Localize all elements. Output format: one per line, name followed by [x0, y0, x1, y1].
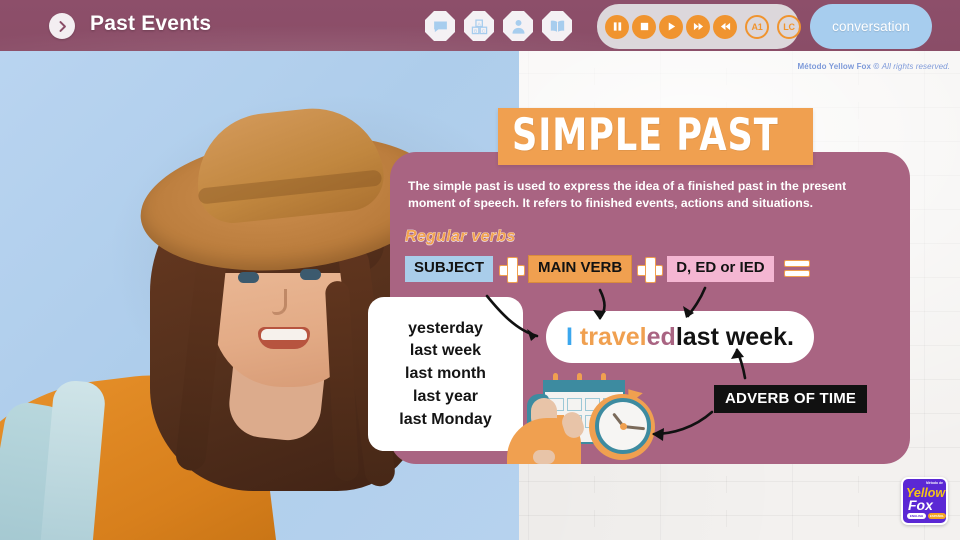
list-item: last week: [409, 342, 482, 360]
equals-icon: [783, 259, 810, 278]
mouth-shape: [258, 327, 310, 349]
slide-stage: SIMPLE PAST The simple past is used to e…: [0, 0, 960, 540]
plus-icon-2: [637, 256, 664, 283]
pause-button[interactable]: [605, 14, 629, 39]
header-title: Past Events: [90, 12, 212, 35]
list-item: last year: [413, 387, 478, 405]
rewind-button[interactable]: [713, 14, 737, 39]
fast-forward-icon: [693, 22, 703, 31]
svg-text:C: C: [481, 28, 485, 34]
media-controls-tray: A1 LC: [597, 4, 801, 49]
example-subject: I: [566, 322, 573, 351]
nose-shape: [272, 289, 287, 315]
lc-label: LC: [783, 21, 795, 32]
slide-title-banner: SIMPLE PAST: [498, 108, 813, 165]
stop-icon: [640, 22, 648, 31]
lc-button[interactable]: LC: [777, 14, 801, 39]
calendar-header: [543, 380, 625, 392]
adverb-of-time-tag: ADVERB OF TIME: [714, 385, 868, 413]
logo-chip-english: ENGLISH: [907, 513, 926, 519]
level-a1-label: A1: [751, 21, 763, 32]
rewind-icon: [720, 22, 730, 31]
eye-right: [300, 269, 321, 280]
lesson-description: The simple past is used to express the i…: [408, 179, 847, 210]
back-button[interactable]: [49, 13, 75, 39]
copyright-brand: Método Yellow Fox: [797, 62, 872, 71]
formula-heading: Regular verbs: [405, 228, 516, 246]
pause-icon: [613, 22, 621, 31]
abc-blocks-icon: A B C: [471, 18, 487, 34]
open-book-button[interactable]: [542, 11, 572, 41]
play-icon: [668, 22, 675, 31]
fast-forward-button[interactable]: [686, 14, 710, 39]
formula-part-subject: SUBJECT: [405, 256, 494, 282]
person-icon: [511, 19, 525, 34]
example-verb-suffix: ed: [646, 322, 676, 351]
mode-pill[interactable]: conversation: [810, 4, 932, 49]
list-item: last month: [405, 365, 486, 383]
adverbs-list-card: yesterday last week last month last year…: [368, 297, 523, 451]
speech-bubble-icon: [433, 21, 447, 32]
open-book-icon: [550, 20, 564, 32]
logo-subtitle: Método de: [926, 481, 943, 485]
chevron-right-circle-icon: [58, 20, 66, 32]
calendar-cell: [567, 398, 582, 411]
copyright-symbol: ©: [873, 62, 880, 71]
example-verb-stem: travel: [579, 322, 647, 351]
stop-button[interactable]: [632, 14, 656, 39]
copyright-rights: All rights reserved.: [881, 62, 950, 71]
formula-part-suffix: D, ED or IED: [667, 256, 774, 282]
app-header: Past Events A B C A1 LC conversation: [0, 0, 960, 51]
formula-part-main-verb: MAIN VERB: [528, 255, 633, 283]
header-icon-group: A B C: [425, 11, 572, 41]
logo-line-2: Fox: [908, 497, 933, 513]
plus-icon-1: [499, 256, 526, 283]
formula-row: SUBJECT MAIN VERB D, ED or IED: [405, 255, 810, 283]
logo-chip-espanol: ESPAÑOL: [928, 513, 946, 519]
person-button[interactable]: [503, 11, 533, 41]
play-button[interactable]: [659, 14, 683, 39]
level-a1-button[interactable]: A1: [745, 14, 769, 39]
teeth-shape: [261, 329, 307, 340]
example-sentence: I travel ed last week.: [546, 311, 814, 363]
speech-bubble-button[interactable]: [425, 11, 455, 41]
example-remainder: last week.: [675, 322, 794, 351]
list-item: yesterday: [408, 319, 483, 337]
person-hand-resting: [533, 450, 555, 464]
abc-blocks-button[interactable]: A B C: [464, 11, 494, 41]
calendar-clock-illustration: [505, 372, 665, 464]
clock-hub: [620, 423, 627, 430]
copyright-notice: Método Yellow Fox © All rights reserved.: [798, 62, 950, 71]
list-item: last Monday: [399, 410, 492, 428]
hat-crown-shape: [190, 101, 388, 227]
mode-pill-label: conversation: [832, 19, 910, 34]
eye-left: [238, 272, 259, 283]
page-title: SIMPLE PAST: [512, 108, 779, 161]
yellow-fox-logo[interactable]: Método de Yellow Fox ENGLISH ESPAÑOL: [901, 477, 948, 525]
